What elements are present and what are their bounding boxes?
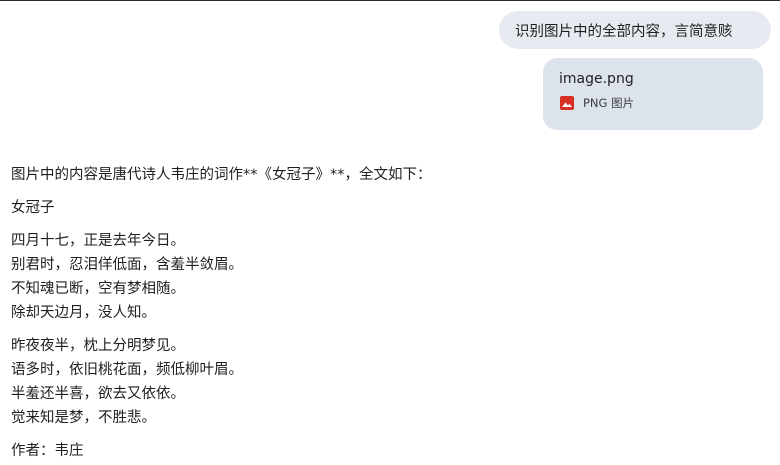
image-icon [560,96,574,110]
attachment-file-type: PNG 图片 [583,96,635,110]
user-message-bubble: 识别图片中的全部内容，言简意赅 [499,11,771,49]
poem-stanza: 昨夜夜半，枕上分明梦见。 语多时，依旧桃花面，频低柳叶眉。 半羞还半喜，欲去又依… [11,334,761,430]
poem-author: 作者：韦庄 [11,443,84,459]
poem-stanza: 四月十七，正是去年今日。 别君时，忍泪佯低面，含羞半敛眉。 不知魂已断，空有梦相… [11,229,761,325]
top-divider [0,0,780,1]
attachment-file-name: image.png [559,71,634,87]
poem-line: 语多时，依旧桃花面，频低柳叶眉。 [11,362,243,378]
poem-line: 不知魂已断，空有梦相随。 [11,281,185,297]
response-intro: 图片中的内容是唐代诗人韦庄的词作**《女冠子》**，全文如下： [11,167,432,183]
poem-line: 半羞还半喜，欲去又依依。 [11,386,185,402]
user-message-text: 识别图片中的全部内容，言简意赅 [515,23,733,40]
poem-line: 昨夜夜半，枕上分明梦见。 [11,338,185,354]
poem-title: 女冠子 [11,200,55,216]
poem-line: 除却天边月，没人知。 [11,305,156,321]
attachment-meta: PNG 图片 [559,95,747,111]
poem-line: 觉来知是梦，不胜悲。 [11,410,156,426]
assistant-response: 图片中的内容是唐代诗人韦庄的词作**《女冠子》**，全文如下： 女冠子 四月十七… [11,163,761,463]
poem-line: 四月十七，正是去年今日。 [11,233,185,249]
poem-line: 别君时，忍泪佯低面，含羞半敛眉。 [11,257,243,273]
attachment-card[interactable]: image.png PNG 图片 [543,58,763,130]
